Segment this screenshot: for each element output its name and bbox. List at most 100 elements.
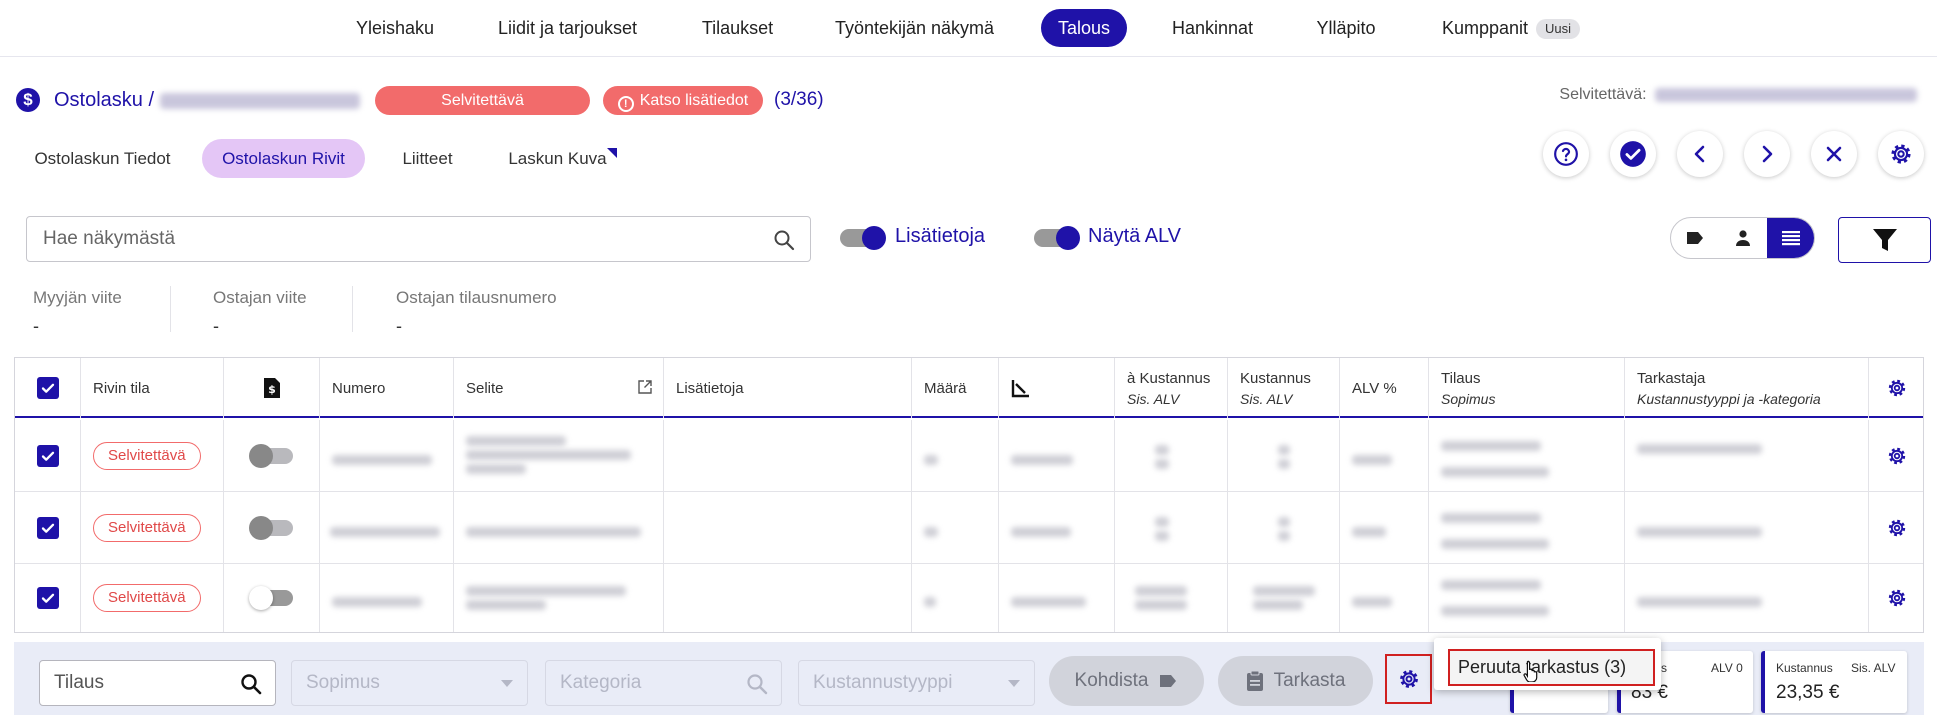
- sopimus-select[interactable]: Sopimus: [291, 660, 528, 706]
- breadcrumb-root[interactable]: Ostolasku: [54, 89, 143, 111]
- settings-button[interactable]: [1878, 131, 1924, 177]
- see-details-button[interactable]: ! Katso lisätiedot: [603, 86, 763, 115]
- row-select-cell: [15, 492, 81, 563]
- help-icon: [1554, 142, 1578, 166]
- chevron-down-icon: [1008, 680, 1020, 687]
- row-alv-cell: [1340, 564, 1429, 632]
- redacted-text: [1278, 517, 1290, 527]
- view-search-input[interactable]: [27, 217, 727, 261]
- column-tilaus[interactable]: Tilaus Sopimus: [1429, 358, 1625, 418]
- row-a-kustannus-cell: [1115, 564, 1228, 632]
- gear-icon: [1891, 144, 1911, 164]
- tilaus-field[interactable]: Tilaus: [39, 660, 276, 706]
- row-status-pill[interactable]: Selvitettävä: [93, 441, 201, 470]
- column-unit[interactable]: [999, 358, 1115, 418]
- redacted-text: [1441, 513, 1541, 523]
- select-all-checkbox[interactable]: [36, 377, 59, 399]
- check-icon: [41, 451, 54, 461]
- bulk-actions-settings-button[interactable]: [1385, 654, 1432, 704]
- row-selite-cell: [454, 564, 664, 632]
- column-selite[interactable]: Selite: [454, 358, 664, 418]
- nav-yllapito[interactable]: Ylläpito: [1300, 9, 1392, 47]
- column-tarkastaja[interactable]: Tarkastaja Kustannustyyppi ja -kategoria: [1625, 358, 1869, 418]
- row-maara-cell: [912, 492, 999, 563]
- column-numero[interactable]: Numero: [320, 358, 454, 418]
- table-row[interactable]: Selvitettävä: [15, 420, 1923, 492]
- open-external-icon[interactable]: [637, 379, 653, 395]
- nav-talous[interactable]: Talous: [1041, 9, 1127, 47]
- gear-icon[interactable]: [1885, 586, 1909, 610]
- redacted-text: [1155, 459, 1169, 469]
- kategoria-placeholder: Kategoria: [560, 672, 642, 693]
- invoice-status-pill[interactable]: Selvitettävä: [375, 86, 590, 115]
- help-button[interactable]: [1543, 131, 1589, 177]
- tab-ostolaskun-rivit[interactable]: Ostolaskun Rivit: [202, 139, 365, 178]
- nav-tilaukset[interactable]: Tilaukset: [685, 9, 790, 47]
- tab-label: Ostolaskun Rivit: [222, 149, 345, 168]
- nav-liidit-ja-tarjoukset[interactable]: Liidit ja tarjoukset: [480, 9, 655, 47]
- new-badge: Uusi: [1536, 19, 1581, 40]
- kategoria-field[interactable]: Kategoria: [545, 660, 782, 706]
- buyer-reference-label: Ostajan viite: [213, 288, 307, 307]
- dollar-icon: $: [16, 88, 40, 112]
- next-button[interactable]: [1744, 131, 1790, 177]
- gear-icon: [1399, 670, 1418, 688]
- column-alv[interactable]: ALV %: [1340, 358, 1429, 418]
- filter-button[interactable]: [1838, 217, 1931, 263]
- row-select-cell: [15, 564, 81, 632]
- chevron-left-icon: [1694, 145, 1705, 163]
- buyer-order-number-value: -: [396, 316, 402, 336]
- row-status-pill[interactable]: Selvitettävä: [93, 513, 201, 542]
- lisatietoja-toggle[interactable]: [840, 226, 886, 250]
- column-rivin-tila[interactable]: Rivin tila: [81, 358, 224, 418]
- row-status-pill[interactable]: Selvitettävä: [93, 584, 201, 612]
- view-mode-tag[interactable]: [1671, 218, 1719, 258]
- column-kustannus[interactable]: Kustannus Sis. ALV: [1228, 358, 1340, 418]
- column-settings[interactable]: [1869, 358, 1925, 418]
- row-status-cell: Selvitettävä: [81, 420, 224, 491]
- clipboard-icon: [1246, 670, 1263, 691]
- chevron-right-icon: [1762, 145, 1773, 163]
- nayta-alv-toggle[interactable]: [1034, 226, 1080, 250]
- nav-kumppanit[interactable]: Kumppanit Uusi: [1426, 9, 1596, 47]
- close-button[interactable]: [1811, 131, 1857, 177]
- table-row[interactable]: Selvitettävä: [15, 564, 1923, 632]
- column-document[interactable]: $: [224, 358, 320, 418]
- gear-icon[interactable]: [1885, 516, 1909, 540]
- kustannustyyppi-select[interactable]: Kustannustyyppi: [798, 660, 1035, 706]
- row-checkbox[interactable]: [36, 516, 59, 539]
- view-mode-list[interactable]: [1767, 218, 1814, 258]
- nav-hankinnat[interactable]: Hankinnat: [1160, 9, 1265, 47]
- row-toggle[interactable]: [248, 515, 293, 540]
- table-row[interactable]: Selvitettävä: [15, 492, 1923, 564]
- kohdista-button[interactable]: Kohdista: [1049, 656, 1204, 706]
- previous-button[interactable]: [1677, 131, 1723, 177]
- nav-yleishaku[interactable]: Yleishaku: [340, 9, 450, 47]
- invoice-rows-table: Rivin tila $ Numero Selite Lisätietoja M…: [14, 357, 1924, 633]
- column-label: Kustannus: [1240, 369, 1311, 387]
- column-select-all: [15, 358, 81, 418]
- column-lisatietoja[interactable]: Lisätietoja: [664, 358, 912, 418]
- nav-tyontekijan-nakyma[interactable]: Työntekijän näkymä: [822, 9, 1007, 47]
- column-a-kustannus[interactable]: à Kustannus Sis. ALV: [1115, 358, 1228, 418]
- search-icon[interactable]: [239, 672, 263, 696]
- search-icon[interactable]: [772, 228, 796, 252]
- row-toggle[interactable]: [248, 586, 293, 610]
- row-checkbox[interactable]: [36, 587, 59, 609]
- row-toggle[interactable]: [248, 443, 293, 468]
- tab-laskun-kuva[interactable]: Laskun Kuva: [495, 139, 630, 178]
- approve-button[interactable]: [1610, 131, 1656, 177]
- lisatietoja-toggle-label: Lisätietoja: [895, 225, 986, 247]
- tab-ostolaskun-tiedot[interactable]: Ostolaskun Tiedot: [20, 139, 185, 178]
- column-label: Lisätietoja: [676, 379, 744, 397]
- tilaus-placeholder: Tilaus: [54, 672, 104, 693]
- see-details-label: Katso lisätiedot: [639, 92, 749, 109]
- cancel-review-menu-item[interactable]: Peruuta tarkastus (3): [1448, 649, 1655, 686]
- view-mode-person[interactable]: [1719, 218, 1767, 258]
- row-checkbox[interactable]: [36, 444, 59, 467]
- tarkasta-button[interactable]: Tarkasta: [1218, 656, 1373, 706]
- check-icon: [41, 523, 54, 533]
- tab-liitteet[interactable]: Liitteet: [385, 139, 470, 178]
- gear-icon[interactable]: [1885, 444, 1909, 468]
- column-maara[interactable]: Määrä: [912, 358, 999, 418]
